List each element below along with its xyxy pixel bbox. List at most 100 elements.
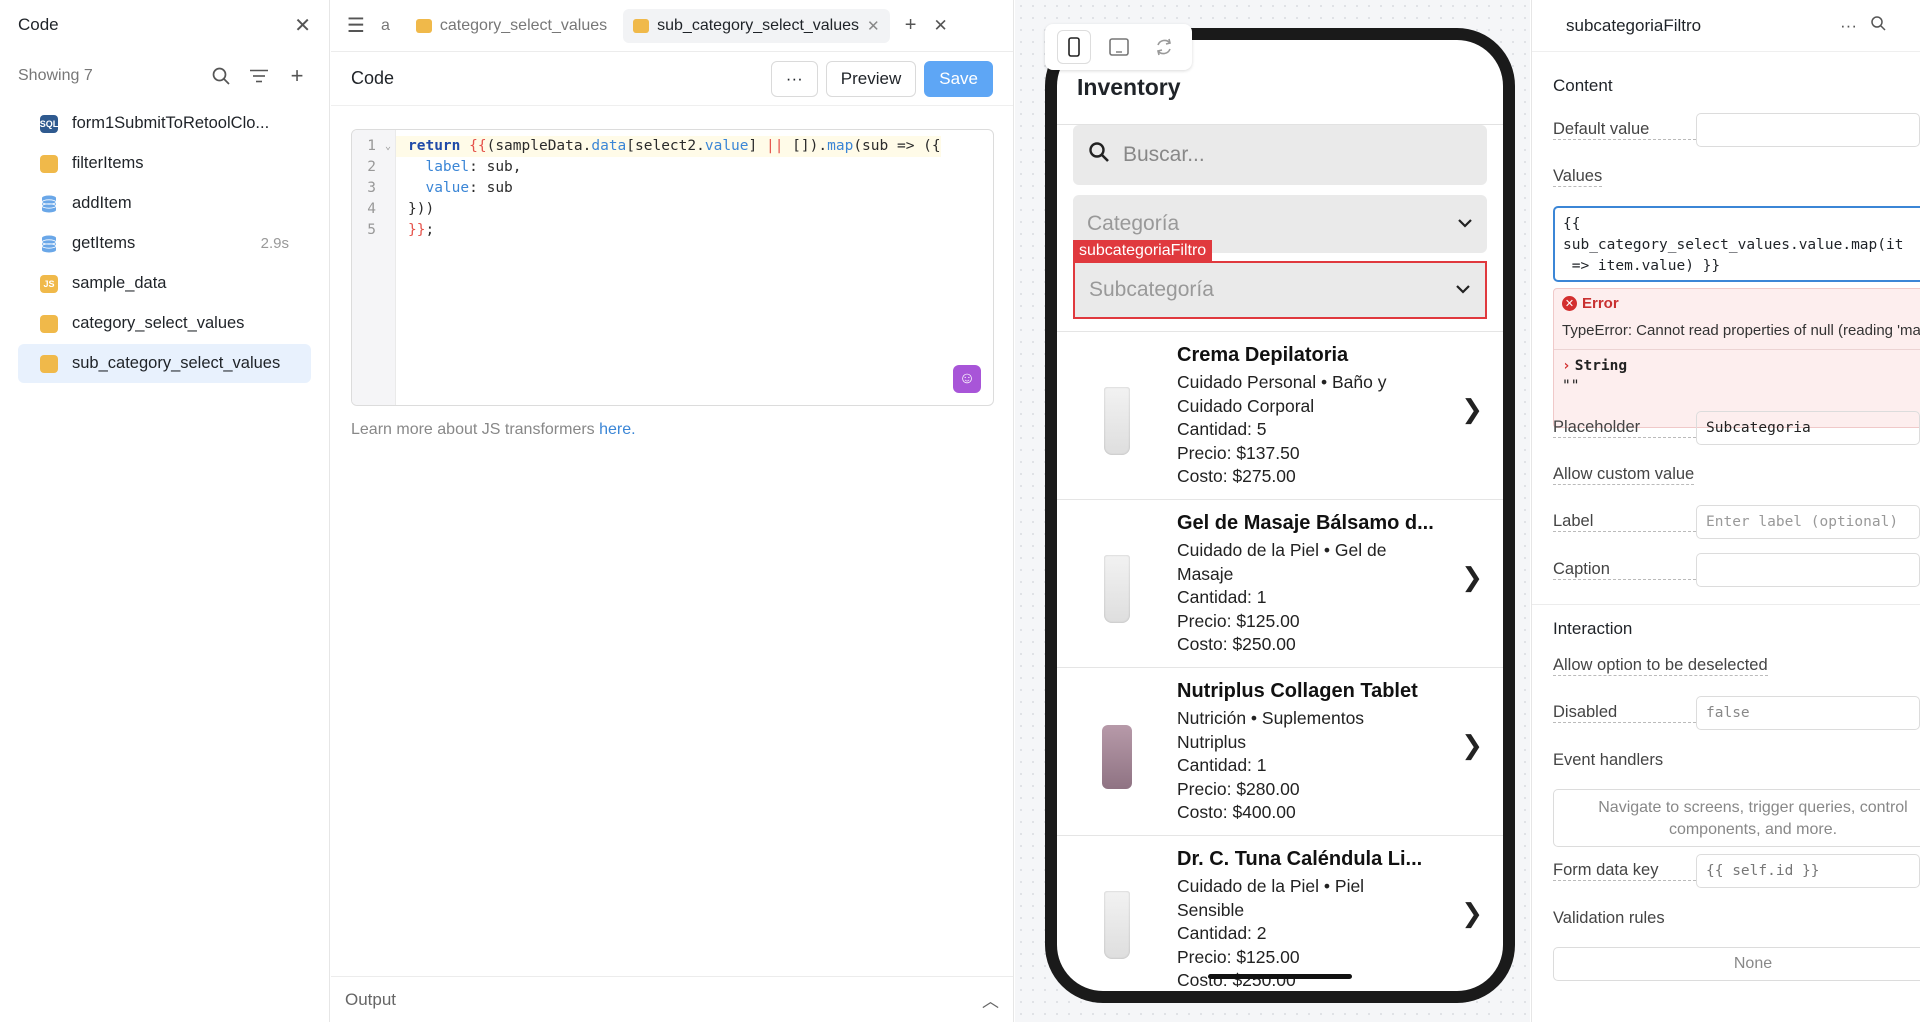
tab-category-select-values[interactable]: category_select_values	[406, 9, 617, 43]
code-item-label: sample_data	[72, 274, 167, 292]
product-detail: Precio: $125.00	[1177, 946, 1300, 967]
inspector-title[interactable]: subcategoriaFiltro	[1566, 16, 1826, 36]
product-detail: Cuidado Corporal	[1177, 395, 1315, 416]
code-items-list: SQL form1SubmitToRetoolClo... filterItem…	[0, 102, 329, 386]
learn-more: Learn more about JS transformers here.	[351, 421, 636, 439]
placeholder-label: Placeholder	[1553, 418, 1696, 438]
subcategory-select[interactable]: Subcategoría	[1073, 261, 1487, 319]
chevron-right-icon: ❯	[1461, 394, 1483, 424]
code-item-additem[interactable]: addItem	[18, 184, 311, 223]
caption-row: Caption	[1532, 546, 1920, 594]
default-value-row: Default value	[1532, 106, 1920, 154]
allow-deselect-row[interactable]: Allow option to be deselected	[1532, 643, 1920, 689]
rotate-icon[interactable]	[1147, 30, 1181, 64]
close-icon[interactable]: ✕	[926, 11, 956, 41]
event-handlers-row: Event handlers	[1532, 737, 1920, 783]
list-item[interactable]: Dr. C. Tuna Caléndula Li... Cuidado de l…	[1057, 835, 1503, 991]
add-tab-icon[interactable]: +	[896, 11, 926, 41]
mobile-view-icon[interactable]	[1056, 30, 1091, 64]
chevron-right-icon: ❯	[1461, 730, 1483, 760]
showing-row: Showing 7 +	[0, 50, 329, 102]
more-button[interactable]: ···	[770, 60, 818, 97]
selected-component-tag: subcategoriaFiltro	[1073, 240, 1213, 262]
error-value: ""	[1562, 378, 1580, 394]
product-detail: Cantidad: 2	[1177, 923, 1267, 943]
code-panel-title: Code	[18, 15, 59, 34]
transformer-icon	[415, 18, 432, 33]
more-icon[interactable]: ···	[1840, 16, 1857, 36]
code-item-label: addItem	[72, 194, 132, 212]
event-handlers-hint[interactable]: Navigate to screens, trigger queries, co…	[1553, 789, 1920, 847]
fold-icon[interactable]: ⌄	[380, 136, 396, 157]
product-image	[1087, 534, 1147, 644]
error-type[interactable]: › String	[1562, 358, 1920, 374]
tablet-view-icon[interactable]	[1102, 30, 1136, 64]
product-detail: Cantidad: 1	[1177, 755, 1267, 775]
values-code-input[interactable]: {{ sub_category_select_values.value.map(…	[1553, 206, 1920, 282]
product-image	[1087, 702, 1147, 812]
chevron-up-icon[interactable]: ︿	[982, 987, 999, 1012]
subcategory-placeholder: Subcategoría	[1089, 278, 1214, 301]
product-detail: Nutriplus	[1177, 731, 1247, 752]
code-line: 3 value: sub	[367, 180, 513, 196]
tab-close-icon[interactable]: ✕	[867, 17, 880, 35]
run-time: 2.9s	[260, 235, 289, 252]
label-row: Label Enter label (optional)	[1532, 498, 1920, 546]
tab-sub-category-select-values[interactable]: sub_category_select_values ✕	[623, 8, 890, 43]
disabled-input[interactable]: false	[1696, 696, 1920, 730]
close-icon[interactable]: ✕	[294, 13, 311, 38]
product-image	[1087, 366, 1147, 476]
default-value-input[interactable]	[1696, 113, 1920, 147]
form-data-key-input[interactable]: {{ self.id }}	[1696, 854, 1920, 888]
code-item-getitems[interactable]: getItems 2.9s	[18, 224, 311, 263]
placeholder-input[interactable]: Subcategoria	[1696, 411, 1920, 445]
menu-icon[interactable]: ☰	[341, 11, 371, 41]
sql-icon: SQL	[40, 114, 58, 133]
tab-truncated[interactable]: a	[371, 9, 400, 43]
validation-rules-button[interactable]: None	[1553, 947, 1920, 981]
code-item-category-select-values[interactable]: category_select_values	[18, 304, 311, 343]
ai-assist-icon[interactable]: ☺	[953, 365, 981, 393]
allow-custom-row[interactable]: Allow custom value	[1532, 452, 1920, 498]
learn-link[interactable]: here.	[599, 421, 635, 438]
search-icon[interactable]	[207, 62, 235, 90]
app-root: Code ✕ Showing 7 + SQL form1SubmitToReto…	[0, 0, 1920, 1022]
event-handlers-label: Event handlers	[1553, 750, 1664, 769]
code-line: 1 ⌄ return {{(sampleData.data[select2.valu…	[352, 136, 941, 157]
preview-button[interactable]: Preview	[825, 60, 917, 97]
code-editor[interactable]: 1 ⌄ return {{(sampleData.data[select2.valu…	[351, 129, 994, 406]
form-data-key-row: Form data key {{ self.id }}	[1532, 847, 1920, 895]
product-list: Crema Depilatoria Cuidado Personal • Bañ…	[1057, 331, 1503, 991]
search-input[interactable]: Buscar...	[1073, 125, 1487, 185]
code-item-label: form1SubmitToRetoolClo...	[72, 114, 270, 132]
device-toggle	[1045, 24, 1192, 70]
editor-panel: ☰ a category_select_values sub_category_…	[331, 0, 1014, 1022]
list-item[interactable]: Nutriplus Collagen Tablet Nutrición • Su…	[1057, 667, 1503, 835]
code-item-form1submit[interactable]: SQL form1SubmitToRetoolClo...	[18, 104, 311, 143]
code-item-filteritems[interactable]: filterItems	[18, 144, 311, 183]
phone-screen: Inventory Buscar... Categoría subcategor…	[1057, 40, 1503, 991]
section-interaction: Interaction	[1553, 619, 1633, 638]
add-icon[interactable]: +	[283, 62, 311, 90]
save-button[interactable]: Save	[924, 60, 993, 97]
list-item[interactable]: Gel de Masaje Bálsamo d... Cuidado de la…	[1057, 499, 1503, 667]
code-item-sub-category-select-values[interactable]: sub_category_select_values	[18, 344, 311, 383]
search-icon[interactable]	[1871, 15, 1886, 36]
section-content: Content	[1553, 76, 1613, 95]
caption-input[interactable]	[1696, 553, 1920, 587]
validation-label: Validation rules	[1553, 908, 1665, 927]
divider	[1532, 604, 1920, 605]
label-input[interactable]: Enter label (optional)	[1696, 505, 1920, 539]
database-icon	[40, 195, 58, 213]
filter-icon[interactable]	[245, 62, 273, 90]
product-name: Crema Depilatoria	[1177, 344, 1349, 366]
list-item[interactable]: Crema Depilatoria Cuidado Personal • Bañ…	[1057, 331, 1503, 499]
values-row: Values	[1532, 154, 1920, 200]
disabled-row: Disabled false	[1532, 689, 1920, 737]
product-name: Gel de Masaje Bálsamo d...	[1177, 512, 1434, 534]
page-title: Inventory	[1077, 74, 1181, 100]
product-detail: Cuidado de la Piel • Gel de	[1177, 540, 1387, 560]
code-item-label: getItems	[72, 234, 136, 252]
output-bar[interactable]: Output ︿	[331, 976, 1013, 1022]
code-item-sample-data[interactable]: JS sample_data	[18, 264, 311, 303]
